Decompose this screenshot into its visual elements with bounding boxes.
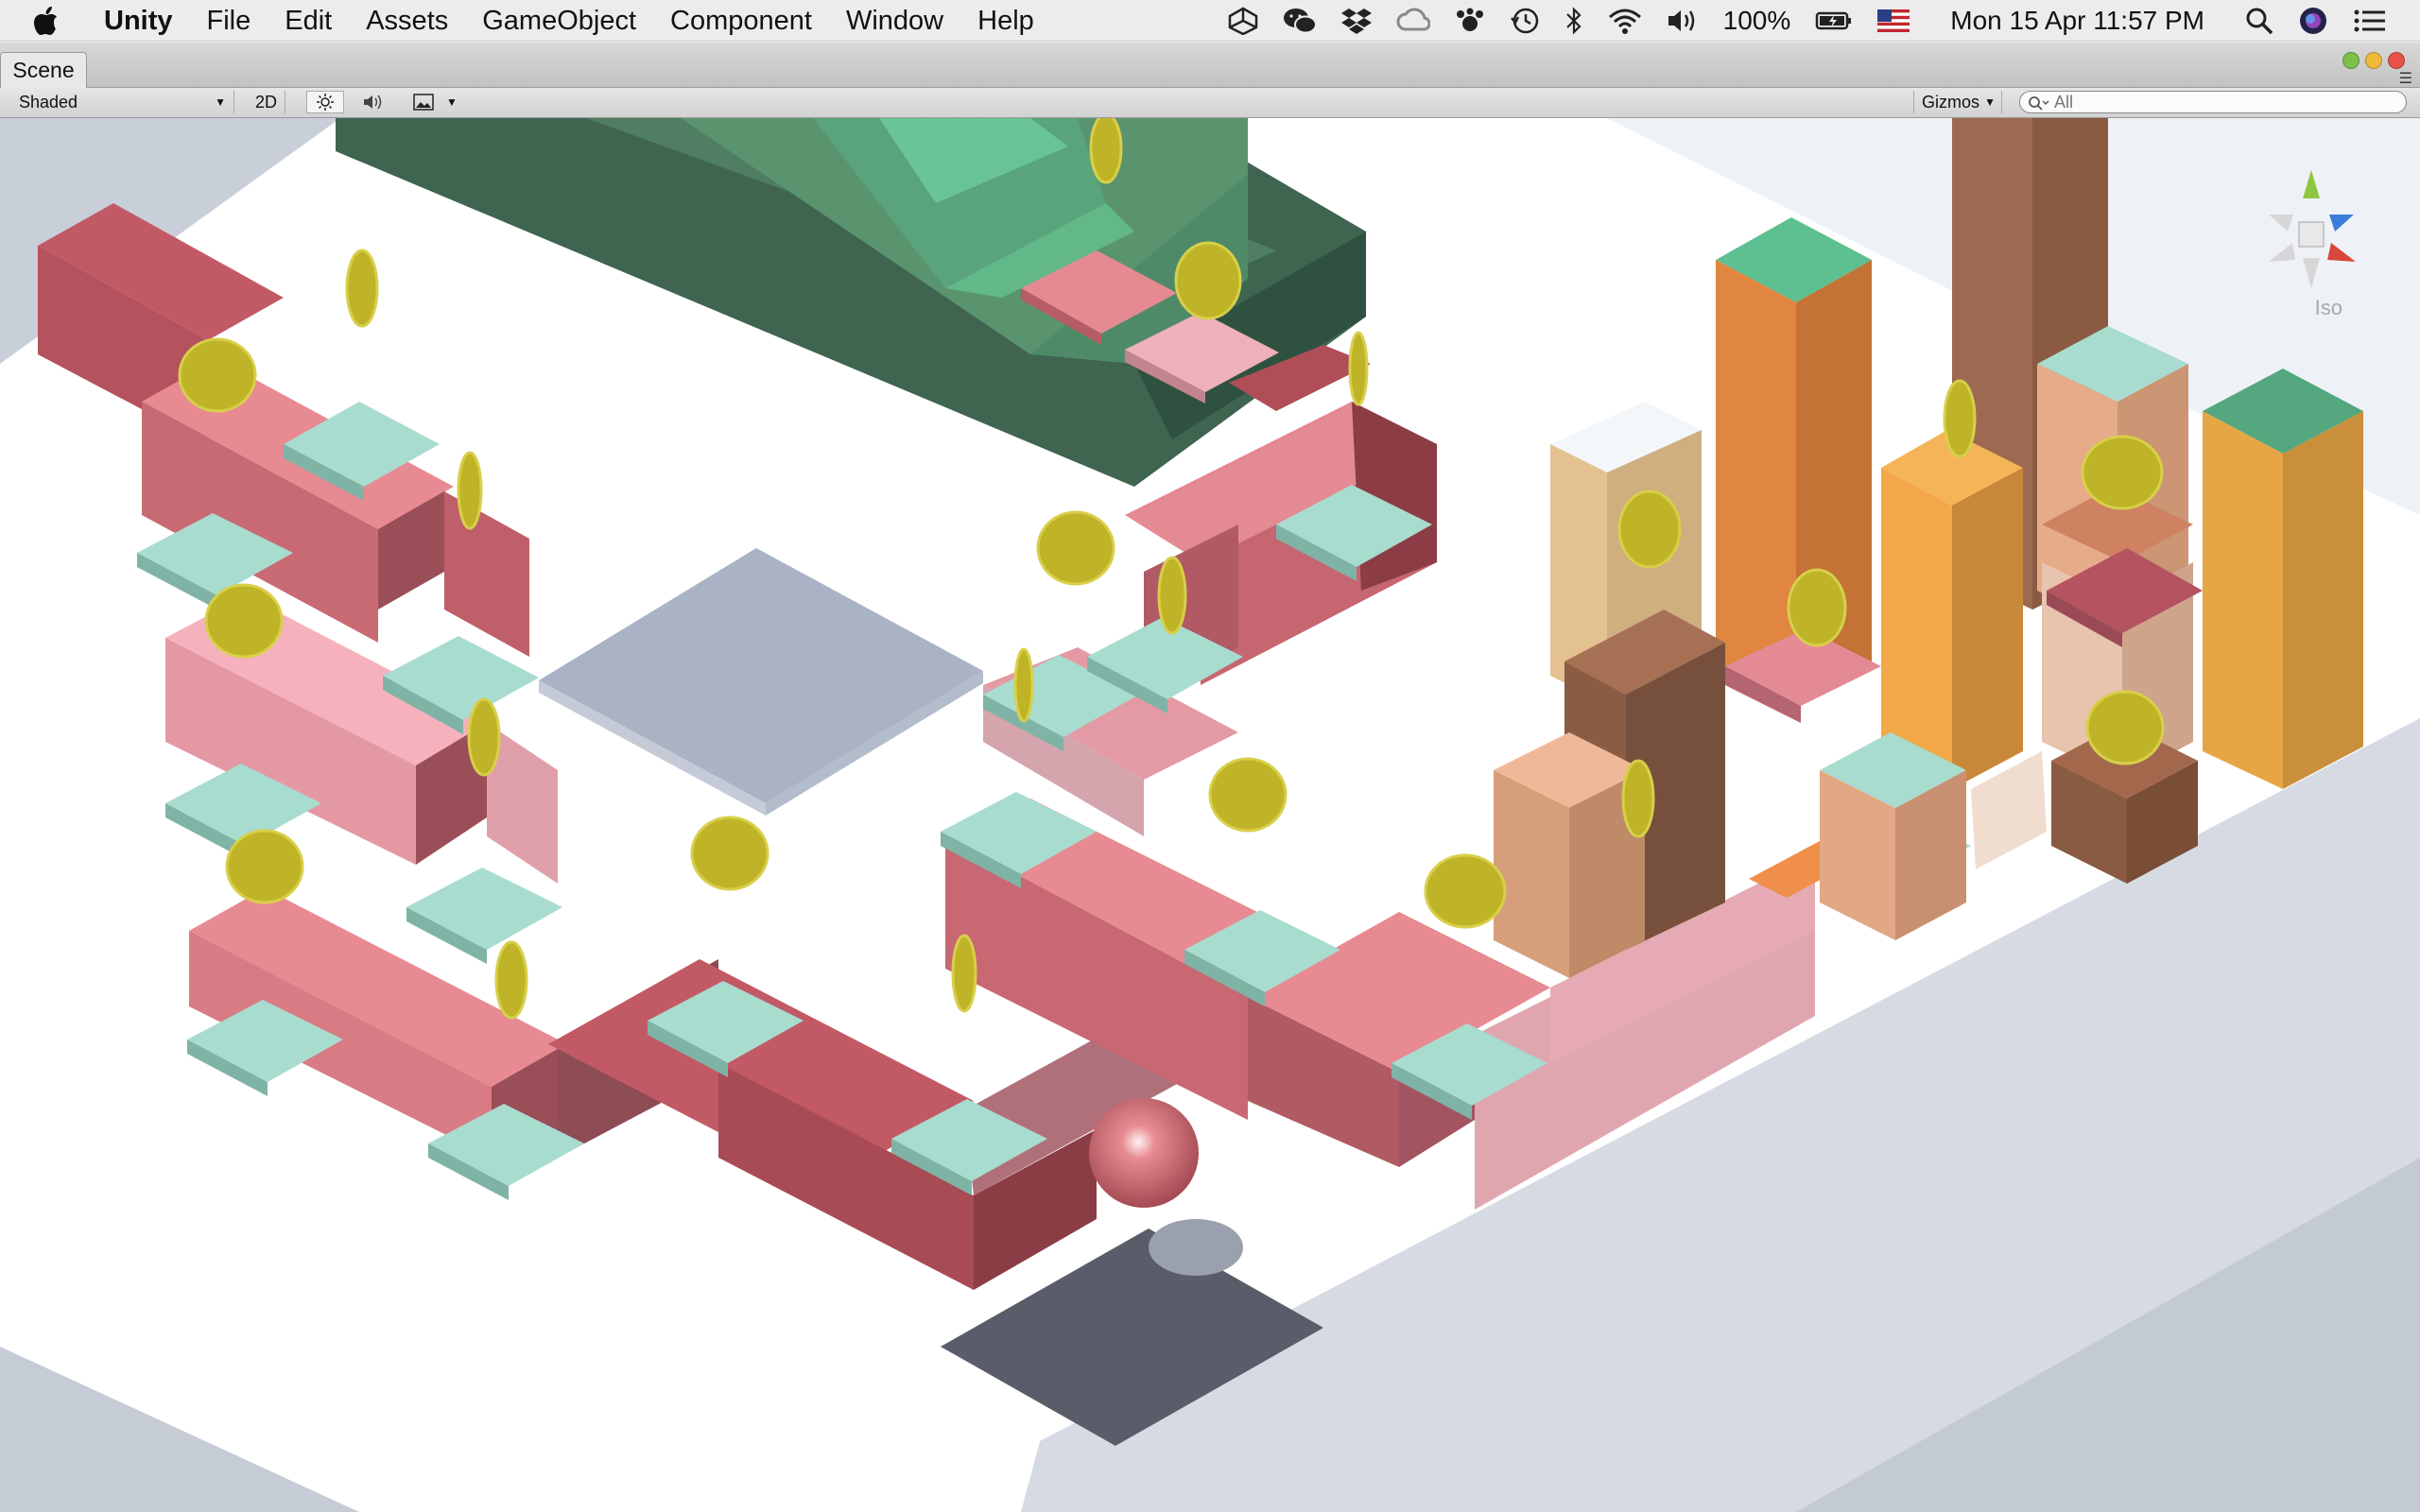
coin[interactable] bbox=[1424, 853, 1507, 929]
zoom-button[interactable] bbox=[2365, 52, 2382, 69]
coin[interactable] bbox=[467, 697, 501, 777]
notification-center-icon[interactable] bbox=[2353, 8, 2387, 34]
menu-edit[interactable]: Edit bbox=[268, 0, 349, 42]
close-button[interactable] bbox=[2388, 52, 2405, 69]
menu-file[interactable]: File bbox=[190, 0, 268, 42]
effects-dropdown-arrow[interactable]: ▼ bbox=[444, 91, 459, 113]
app-menu-unity[interactable]: Unity bbox=[87, 0, 190, 42]
shading-mode-dropdown[interactable]: Shaded ▼ bbox=[8, 91, 234, 113]
coin[interactable] bbox=[1787, 568, 1847, 647]
gizmo-axis-x[interactable] bbox=[2329, 215, 2354, 232]
creative-cloud-icon[interactable] bbox=[1396, 7, 1430, 35]
coin[interactable] bbox=[345, 249, 379, 328]
coin[interactable] bbox=[494, 940, 528, 1020]
volume-icon[interactable] bbox=[1667, 7, 1699, 35]
scene-audio-toggle[interactable] bbox=[354, 91, 391, 113]
gizmo-axis-y[interactable] bbox=[2303, 170, 2320, 198]
player-ball[interactable] bbox=[1089, 1098, 1199, 1208]
menu-window[interactable]: Window bbox=[829, 0, 960, 42]
coin[interactable] bbox=[2081, 435, 2164, 510]
coin[interactable] bbox=[1013, 647, 1034, 723]
wechat-icon[interactable] bbox=[1283, 7, 1317, 35]
coin[interactable] bbox=[1036, 510, 1115, 586]
coin[interactable] bbox=[1943, 379, 1977, 458]
battery-icon[interactable] bbox=[1815, 7, 1853, 35]
projection-label[interactable]: Iso bbox=[2315, 296, 2342, 320]
coin[interactable] bbox=[1348, 331, 1369, 406]
menu-component[interactable]: Component bbox=[653, 0, 829, 42]
coin[interactable] bbox=[1174, 241, 1242, 320]
sun-icon bbox=[317, 94, 334, 111]
menu-gameobject[interactable]: GameObject bbox=[465, 0, 653, 42]
window-controls bbox=[2337, 52, 2405, 69]
menu-help[interactable]: Help bbox=[960, 0, 1051, 42]
bluetooth-icon[interactable] bbox=[1564, 7, 1583, 35]
coin[interactable] bbox=[1617, 490, 1682, 569]
unity-cloud-icon[interactable] bbox=[1228, 7, 1258, 35]
us-flag-icon[interactable] bbox=[1877, 9, 1910, 32]
coin[interactable] bbox=[690, 816, 769, 891]
coin[interactable] bbox=[178, 337, 257, 413]
spotlight-search-icon[interactable] bbox=[2245, 7, 2273, 35]
wifi-icon[interactable] bbox=[1608, 7, 1642, 35]
minimize-button[interactable] bbox=[2342, 52, 2360, 69]
coin[interactable] bbox=[2085, 690, 2165, 765]
gizmos-dropdown[interactable]: Gizmos ▼ bbox=[1913, 91, 2002, 113]
chevron-down-icon: ▼ bbox=[1984, 95, 1996, 109]
siri-icon[interactable] bbox=[2298, 6, 2328, 36]
gizmo-axis-z[interactable] bbox=[2327, 243, 2356, 262]
menu-assets[interactable]: Assets bbox=[349, 0, 465, 42]
shading-mode-label: Shaded bbox=[19, 93, 78, 112]
coin[interactable] bbox=[225, 829, 304, 904]
coin[interactable] bbox=[1157, 556, 1187, 635]
coin[interactable] bbox=[951, 934, 977, 1013]
scene-effects-toggle[interactable] bbox=[405, 91, 442, 113]
scene-lighting-toggle[interactable] bbox=[306, 91, 344, 113]
tab-context-menu-icon[interactable]: ☰ bbox=[2399, 69, 2412, 88]
scene-viewport[interactable]: Iso bbox=[0, 118, 2420, 1512]
status-area: 100% Mon 15 Apr 11:57 PM bbox=[1216, 0, 2399, 42]
coin[interactable] bbox=[204, 583, 284, 659]
gizmo-axis-neg[interactable] bbox=[2269, 215, 2293, 232]
macos-menu-bar: Unity File Edit Assets GameObject Compon… bbox=[0, 0, 2420, 42]
image-icon bbox=[413, 94, 434, 111]
coin[interactable] bbox=[1089, 118, 1123, 184]
hierarchy-search-input[interactable] bbox=[2019, 91, 2407, 113]
dropbox-icon[interactable] bbox=[1340, 7, 1372, 35]
chevron-down-icon: ▼ bbox=[215, 95, 226, 109]
menubar-clock[interactable]: Mon 15 Apr 11:57 PM bbox=[1950, 6, 2204, 36]
battery-percentage: 100% bbox=[1722, 6, 1791, 35]
speaker-icon bbox=[364, 94, 382, 110]
search-icon bbox=[2027, 94, 2049, 117]
ball-shadow bbox=[1149, 1219, 1243, 1276]
scene-toolbar: Shaded ▼ 2D ▼ Gizmos ▼ bbox=[0, 88, 2420, 118]
gizmo-axis-neg[interactable] bbox=[2303, 258, 2320, 288]
gizmo-axis-neg[interactable] bbox=[2269, 243, 2295, 262]
coin[interactable] bbox=[1208, 757, 1288, 833]
toggle-2d-button[interactable]: 2D bbox=[248, 91, 285, 113]
gizmos-label: Gizmos bbox=[1922, 93, 1980, 112]
orientation-gizmo[interactable] bbox=[2240, 156, 2382, 307]
time-machine-icon[interactable] bbox=[1510, 7, 1540, 35]
apple-menu-icon[interactable] bbox=[34, 6, 72, 35]
scene-render[interactable] bbox=[0, 118, 2420, 1512]
gizmo-center-cube[interactable] bbox=[2298, 221, 2325, 248]
tab-scene[interactable]: Scene bbox=[0, 52, 87, 88]
coin[interactable] bbox=[1621, 759, 1655, 838]
paw-icon[interactable] bbox=[1455, 7, 1485, 35]
coin[interactable] bbox=[457, 451, 483, 530]
editor-tab-strip: Scene ☰ bbox=[0, 43, 2420, 88]
